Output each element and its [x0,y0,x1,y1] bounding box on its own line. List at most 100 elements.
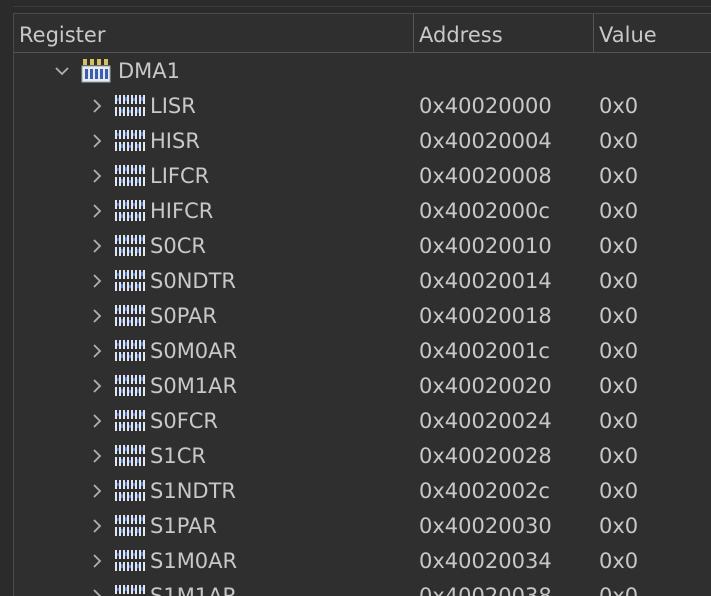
register-name: S1CR [150,444,206,468]
top-strip [0,0,711,13]
chevron-down-icon[interactable] [54,53,70,88]
register-bits-icon [114,513,146,539]
register-name: S1PAR [150,514,217,538]
register-bits-icon [114,128,146,154]
register-address: 0x40020030 [419,514,552,538]
register-name: S0CR [150,234,206,258]
register-address: 0x4002002c [419,479,550,503]
register-row[interactable]: S1M1AR 0x40020038 0x0 [14,578,711,596]
register-value[interactable]: 0x0 [599,88,638,123]
register-name: S1NDTR [150,479,236,503]
register-address: 0x40020038 [419,584,552,596]
register-address: 0x40020028 [419,444,552,468]
register-address: 0x4002001c [419,339,550,363]
register-bits-icon [114,478,146,504]
register-value[interactable]: 0x0 [599,158,638,193]
register-row[interactable]: S0CR 0x40020010 0x0 [14,228,711,263]
chevron-right-icon[interactable] [89,473,105,508]
register-address: 0x40020024 [419,409,552,433]
table-header: Register Address Value [14,14,711,53]
register-name: S1M1AR [150,584,238,596]
chevron-right-icon[interactable] [89,158,105,193]
register-value[interactable]: 0x0 [599,123,638,158]
chevron-right-icon[interactable] [89,438,105,473]
group-name: DMA1 [118,59,181,83]
register-value[interactable]: 0x0 [599,193,638,228]
register-row[interactable]: S0NDTR 0x40020014 0x0 [14,263,711,298]
chevron-right-icon[interactable] [89,333,105,368]
chevron-right-icon[interactable] [89,578,105,596]
register-address: 0x4002000c [419,199,550,223]
register-value[interactable]: 0x0 [599,508,638,543]
register-value[interactable]: 0x0 [599,438,638,473]
register-name: S0PAR [150,304,217,328]
register-value[interactable]: 0x0 [599,403,638,438]
peripheral-icon [81,58,113,84]
chevron-right-icon[interactable] [89,298,105,333]
register-bits-icon [114,233,146,259]
register-name: S0M1AR [150,374,238,398]
register-row[interactable]: HIFCR 0x4002000c 0x0 [14,193,711,228]
register-name: HIFCR [150,199,214,223]
register-value[interactable]: 0x0 [599,228,638,263]
register-row[interactable]: S1CR 0x40020028 0x0 [14,438,711,473]
register-row[interactable]: S1M0AR 0x40020034 0x0 [14,543,711,578]
divider [13,6,711,7]
register-bits-icon [114,548,146,574]
column-header-value[interactable]: Value [593,14,711,52]
register-bits-icon [114,93,146,119]
column-header-address[interactable]: Address [413,14,593,52]
register-row[interactable]: S0M1AR 0x40020020 0x0 [14,368,711,403]
register-name: S0M0AR [150,339,238,363]
register-address: 0x40020004 [419,129,552,153]
register-name: LISR [150,94,196,118]
register-value[interactable]: 0x0 [599,368,638,403]
register-name: S1M0AR [150,549,238,573]
register-bits-icon [114,198,146,224]
register-row[interactable]: LISR 0x40020000 0x0 [14,88,711,123]
register-name: S0NDTR [150,269,236,293]
register-address: 0x40020000 [419,94,552,118]
register-name: LIFCR [150,164,210,188]
register-address: 0x40020010 [419,234,552,258]
register-tree: DMA1 LISR 0x40020000 0x0 HISR 0x40020004 0x0 L… [14,53,711,596]
register-bits-icon [114,373,146,399]
register-value[interactable]: 0x0 [599,473,638,508]
register-address: 0x40020020 [419,374,552,398]
register-row[interactable]: S0M0AR 0x4002001c 0x0 [14,333,711,368]
register-bits-icon [114,408,146,434]
register-value[interactable]: 0x0 [599,263,638,298]
register-bits-icon [114,303,146,329]
register-row[interactable]: HISR 0x40020004 0x0 [14,123,711,158]
register-bits-icon [114,338,146,364]
registers-view: Register Address Value DMA1 LISR 0x40020… [13,13,711,596]
register-address: 0x40020014 [419,269,552,293]
chevron-right-icon[interactable] [89,368,105,403]
register-row[interactable]: S1NDTR 0x4002002c 0x0 [14,473,711,508]
chevron-right-icon[interactable] [89,88,105,123]
register-address: 0x40020018 [419,304,552,328]
register-address: 0x40020008 [419,164,552,188]
register-name: HISR [150,129,200,153]
register-value[interactable]: 0x0 [599,298,638,333]
tree-group-row[interactable]: DMA1 [14,53,711,88]
register-row[interactable]: LIFCR 0x40020008 0x0 [14,158,711,193]
register-row[interactable]: S1PAR 0x40020030 0x0 [14,508,711,543]
chevron-right-icon[interactable] [89,228,105,263]
register-row[interactable]: S0PAR 0x40020018 0x0 [14,298,711,333]
register-bits-icon [114,443,146,469]
chevron-right-icon[interactable] [89,508,105,543]
column-header-register[interactable]: Register [14,14,412,52]
register-value[interactable]: 0x0 [599,578,638,596]
chevron-right-icon[interactable] [89,543,105,578]
register-value[interactable]: 0x0 [599,543,638,578]
register-name: S0FCR [150,409,219,433]
register-bits-icon [114,268,146,294]
chevron-right-icon[interactable] [89,403,105,438]
chevron-right-icon[interactable] [89,263,105,298]
register-value[interactable]: 0x0 [599,333,638,368]
chevron-right-icon[interactable] [89,123,105,158]
register-address: 0x40020034 [419,549,552,573]
chevron-right-icon[interactable] [89,193,105,228]
register-row[interactable]: S0FCR 0x40020024 0x0 [14,403,711,438]
